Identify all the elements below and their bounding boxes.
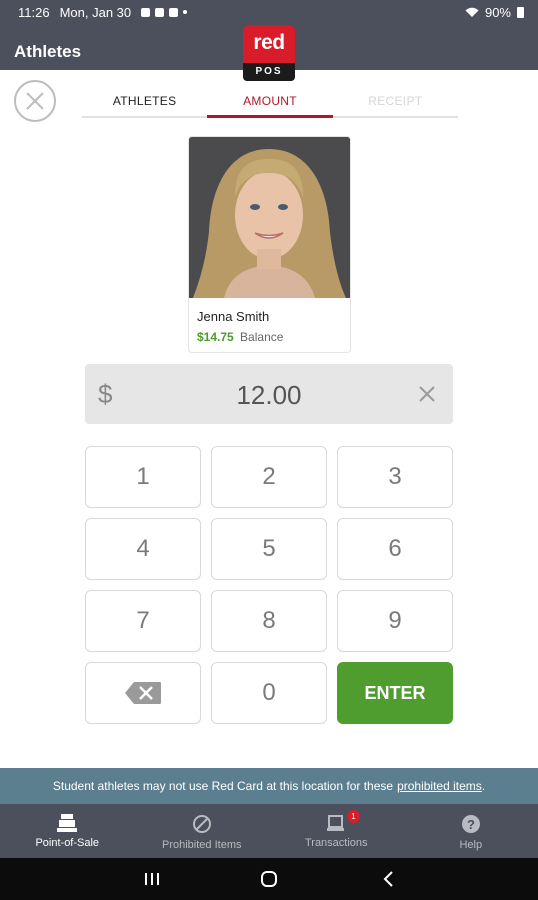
key-4[interactable]: 4 xyxy=(85,518,201,580)
nav-transactions[interactable]: 1 Transactions xyxy=(269,804,404,858)
receipt-icon xyxy=(327,815,345,831)
athlete-card: Jenna Smith $14.75 Balance xyxy=(188,136,351,353)
register-icon xyxy=(57,814,78,832)
page-title: Athletes xyxy=(14,42,82,61)
step-tabs: ATHLETES AMOUNT RECEIPT xyxy=(82,88,458,118)
red-pos-logo: red POS xyxy=(243,25,295,81)
enter-button[interactable]: ENTER xyxy=(337,662,453,724)
athlete-balance: $14.75 Balance xyxy=(197,330,283,344)
prohibited-items-link[interactable]: prohibited items xyxy=(397,779,482,793)
nav-help[interactable]: ? Help xyxy=(404,804,538,858)
battery-icon xyxy=(517,6,524,18)
notification-icons xyxy=(141,7,188,17)
dot-icon xyxy=(183,10,188,14)
nav-prohibited-items[interactable]: Prohibited Items xyxy=(135,804,270,858)
nav-label: Point-of-Sale xyxy=(35,837,100,849)
recent-apps-icon[interactable] xyxy=(143,870,161,888)
key-0[interactable]: 0 xyxy=(211,662,327,724)
battery-percent: 90% xyxy=(484,4,511,20)
key-9[interactable]: 9 xyxy=(337,590,453,652)
gear-icon xyxy=(169,7,179,17)
notice-text: Student athletes may not use Red Card at… xyxy=(52,779,394,793)
nav-label: Prohibited Items xyxy=(162,839,242,851)
close-icon xyxy=(26,92,44,110)
notice-end: . xyxy=(481,779,486,793)
status-bar: 11:26 Mon, Jan 30 90% xyxy=(0,0,538,24)
tab-athletes[interactable]: ATHLETES xyxy=(82,88,207,116)
back-icon[interactable] xyxy=(380,870,398,888)
key-1[interactable]: 1 xyxy=(85,446,201,508)
logo-pos-text: POS xyxy=(243,63,295,81)
clear-amount-icon[interactable] xyxy=(417,384,437,404)
prohibited-icon xyxy=(192,815,211,833)
balance-label: Balance xyxy=(240,330,284,344)
svg-text:?: ? xyxy=(467,817,475,832)
balance-amount: $14.75 xyxy=(197,330,234,344)
amount-value: 12.00 xyxy=(236,380,302,410)
status-date: Mon, Jan 30 xyxy=(59,4,132,20)
nav-label: Transactions xyxy=(304,837,368,849)
key-7[interactable]: 7 xyxy=(85,590,201,652)
close-button[interactable] xyxy=(14,80,56,122)
settings-icon xyxy=(155,7,165,17)
help-icon: ? xyxy=(461,815,480,833)
transactions-badge: 1 xyxy=(347,810,360,823)
tab-receipt: RECEIPT xyxy=(368,94,423,108)
amount-field[interactable]: $ 12.00 xyxy=(85,364,453,424)
status-time: 11:26 xyxy=(18,4,50,20)
key-6[interactable]: 6 xyxy=(337,518,453,580)
wifi-icon xyxy=(465,7,479,17)
tab-amount[interactable]: AMOUNT xyxy=(207,88,333,118)
athlete-name: Jenna Smith xyxy=(197,309,270,324)
nav-label: Help xyxy=(459,839,483,851)
home-icon[interactable] xyxy=(260,870,278,888)
logo-red-text: red xyxy=(243,25,295,63)
key-2[interactable]: 2 xyxy=(211,446,327,508)
key-3[interactable]: 3 xyxy=(337,446,453,508)
gallery-icon xyxy=(141,7,151,17)
athlete-photo xyxy=(189,137,350,298)
key-8[interactable]: 8 xyxy=(211,590,327,652)
bottom-nav: Point-of-Sale Prohibited Items 1 Transac… xyxy=(0,804,538,858)
prohibited-notice: Student athletes may not use Red Card at… xyxy=(0,768,538,804)
backspace-key[interactable] xyxy=(85,662,201,724)
key-5[interactable]: 5 xyxy=(211,518,327,580)
nav-point-of-sale[interactable]: Point-of-Sale xyxy=(0,804,135,858)
backspace-icon xyxy=(125,682,161,704)
system-nav-bar xyxy=(0,858,538,900)
